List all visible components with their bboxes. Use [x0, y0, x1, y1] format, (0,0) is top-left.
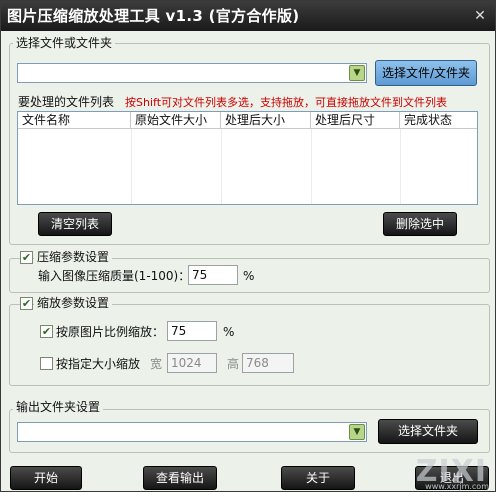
scale-enable-checkbox[interactable]: ✔	[20, 297, 33, 310]
column-header-processed-dimensions[interactable]: 处理后尺寸	[311, 112, 400, 129]
compress-enable-checkbox[interactable]: ✔	[20, 251, 33, 264]
output-group-label: 输出文件夹设置	[13, 400, 104, 414]
chevron-down-icon[interactable]: ▼	[349, 65, 365, 81]
file-select-group-label: 选择文件或文件夹	[13, 36, 116, 50]
select-file-folder-button[interactable]: 选择文件/文件夹	[375, 60, 477, 86]
quality-label: 输入图像压缩质量(1-100)：	[38, 269, 191, 283]
width-input[interactable]: 1024	[167, 353, 217, 373]
file-path-combo[interactable]: ▼	[17, 63, 367, 83]
quality-input[interactable]: 75	[188, 265, 238, 285]
chevron-down-icon[interactable]: ▼	[349, 424, 365, 440]
scale-size-label: 按指定大小缩放	[56, 357, 141, 371]
file-list-label: 要处理的文件列表	[18, 95, 115, 109]
height-label: 高	[227, 357, 240, 371]
grid-line	[400, 129, 401, 204]
grid-line	[131, 129, 132, 204]
file-list-header: 文件名称 原始文件大小 处理后大小 处理后尺寸 完成状态	[18, 112, 477, 129]
file-list-hint: 按Shift可对文件列表多选，支持拖放，可直接拖放文件到文件列表	[125, 96, 448, 109]
output-path-combo[interactable]: ▼	[17, 422, 367, 442]
column-header-status[interactable]: 完成状态	[400, 112, 477, 129]
width-label: 宽	[150, 357, 163, 371]
grid-line	[311, 129, 312, 204]
column-header-original-size[interactable]: 原始文件大小	[131, 112, 221, 129]
scale-group	[9, 304, 490, 386]
scale-ratio-unit: %	[223, 325, 235, 339]
scale-group-label: 缩放参数设置	[34, 296, 113, 310]
about-button[interactable]: 关于	[281, 466, 355, 490]
compress-group-label: 压缩参数设置	[34, 250, 113, 264]
column-header-processed-size[interactable]: 处理后大小	[221, 112, 311, 129]
close-icon[interactable]: ✕	[469, 5, 491, 27]
quality-unit: %	[243, 269, 255, 283]
scale-ratio-input[interactable]: 75	[167, 321, 217, 341]
window-title: 图片压缩缩放处理工具 v1.3 (官方合作版)	[7, 7, 300, 25]
clear-list-button[interactable]: 清空列表	[38, 212, 112, 236]
watermark-url: www.xxrjm.com	[425, 482, 489, 491]
scale-ratio-checkbox[interactable]: ✔	[40, 325, 53, 338]
height-input[interactable]: 768	[242, 353, 294, 373]
scale-ratio-label: 按原图片比例缩放：	[56, 325, 165, 339]
column-header-filename[interactable]: 文件名称	[18, 112, 131, 129]
grid-line	[221, 129, 222, 204]
scale-size-checkbox[interactable]	[40, 357, 53, 370]
select-output-folder-button[interactable]: 选择文件夹	[378, 419, 478, 444]
title-bar: 图片压缩缩放处理工具 v1.3 (官方合作版)	[1, 1, 495, 31]
app-window: 图片压缩缩放处理工具 v1.3 (官方合作版) ✕ 选择文件或文件夹 ▼ 选择文…	[0, 0, 496, 492]
view-output-button[interactable]: 查看输出	[143, 466, 217, 490]
start-button[interactable]: 开始	[10, 466, 82, 490]
delete-selected-button[interactable]: 删除选中	[383, 212, 457, 236]
file-list[interactable]: 文件名称 原始文件大小 处理后大小 处理后尺寸 完成状态	[17, 111, 478, 205]
